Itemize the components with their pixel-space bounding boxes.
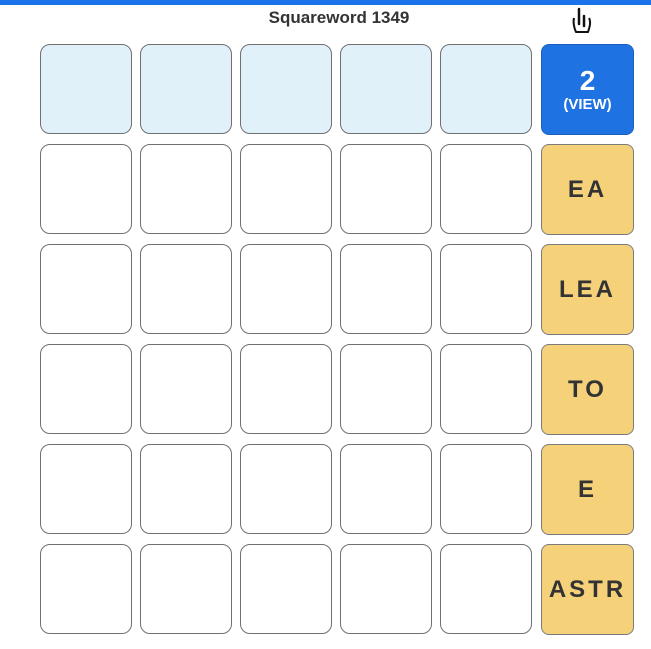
grid-cell-r6-c3[interactable] [240,544,332,634]
grid-cell-r3-c5[interactable] [440,244,532,334]
top-accent-bar [0,0,651,5]
grid-cell-r1-c3[interactable] [240,44,332,134]
grid-cell-r6-c4[interactable] [340,544,432,634]
grid-cell-r5-c3[interactable] [240,444,332,534]
grid-cell-r5-c5[interactable] [440,444,532,534]
grid-cell-r4-c3[interactable] [240,344,332,434]
guess-count-value: 2 [579,64,596,96]
grid-cell-r3-c2[interactable] [140,244,232,334]
grid-cell-r6-c1[interactable] [40,544,132,634]
grid-cell-r6-c5[interactable] [440,544,532,634]
grid-cell-r1-c2[interactable] [140,44,232,134]
row-hint-5[interactable]: ASTR [541,544,634,635]
grid-cell-r2-c4[interactable] [340,144,432,234]
guess-count-view-button[interactable]: 2 (VIEW) [541,44,634,135]
grid-cell-r5-c4[interactable] [340,444,432,534]
game-title: Squareword 1349 [268,8,410,27]
row-hint-2[interactable]: LEA [541,244,634,335]
row-hint-3[interactable]: TO [541,344,634,435]
view-label: (VIEW) [563,95,612,113]
hand-pointer-icon [572,7,592,33]
grid-cell-r2-c2[interactable] [140,144,232,234]
row-hint-1[interactable]: EA [541,144,634,235]
grid-cell-r1-c5[interactable] [440,44,532,134]
grid-cell-r4-c1[interactable] [40,344,132,434]
grid-cell-r2-c1[interactable] [40,144,132,234]
grid-cell-r4-c5[interactable] [440,344,532,434]
grid-cell-r5-c2[interactable] [140,444,232,534]
grid-cell-r3-c1[interactable] [40,244,132,334]
grid-cell-r1-c4[interactable] [340,44,432,134]
grid-cell-r4-c4[interactable] [340,344,432,434]
grid-cell-r6-c2[interactable] [140,544,232,634]
row-hint-4[interactable]: E [541,444,634,535]
grid-cell-r4-c2[interactable] [140,344,232,434]
grid-cell-r2-c5[interactable] [440,144,532,234]
grid-cell-r2-c3[interactable] [240,144,332,234]
grid-cell-r1-c1[interactable] [40,44,132,134]
grid-cell-r3-c4[interactable] [340,244,432,334]
grid-cell-r5-c1[interactable] [40,444,132,534]
grid-cell-r3-c3[interactable] [240,244,332,334]
